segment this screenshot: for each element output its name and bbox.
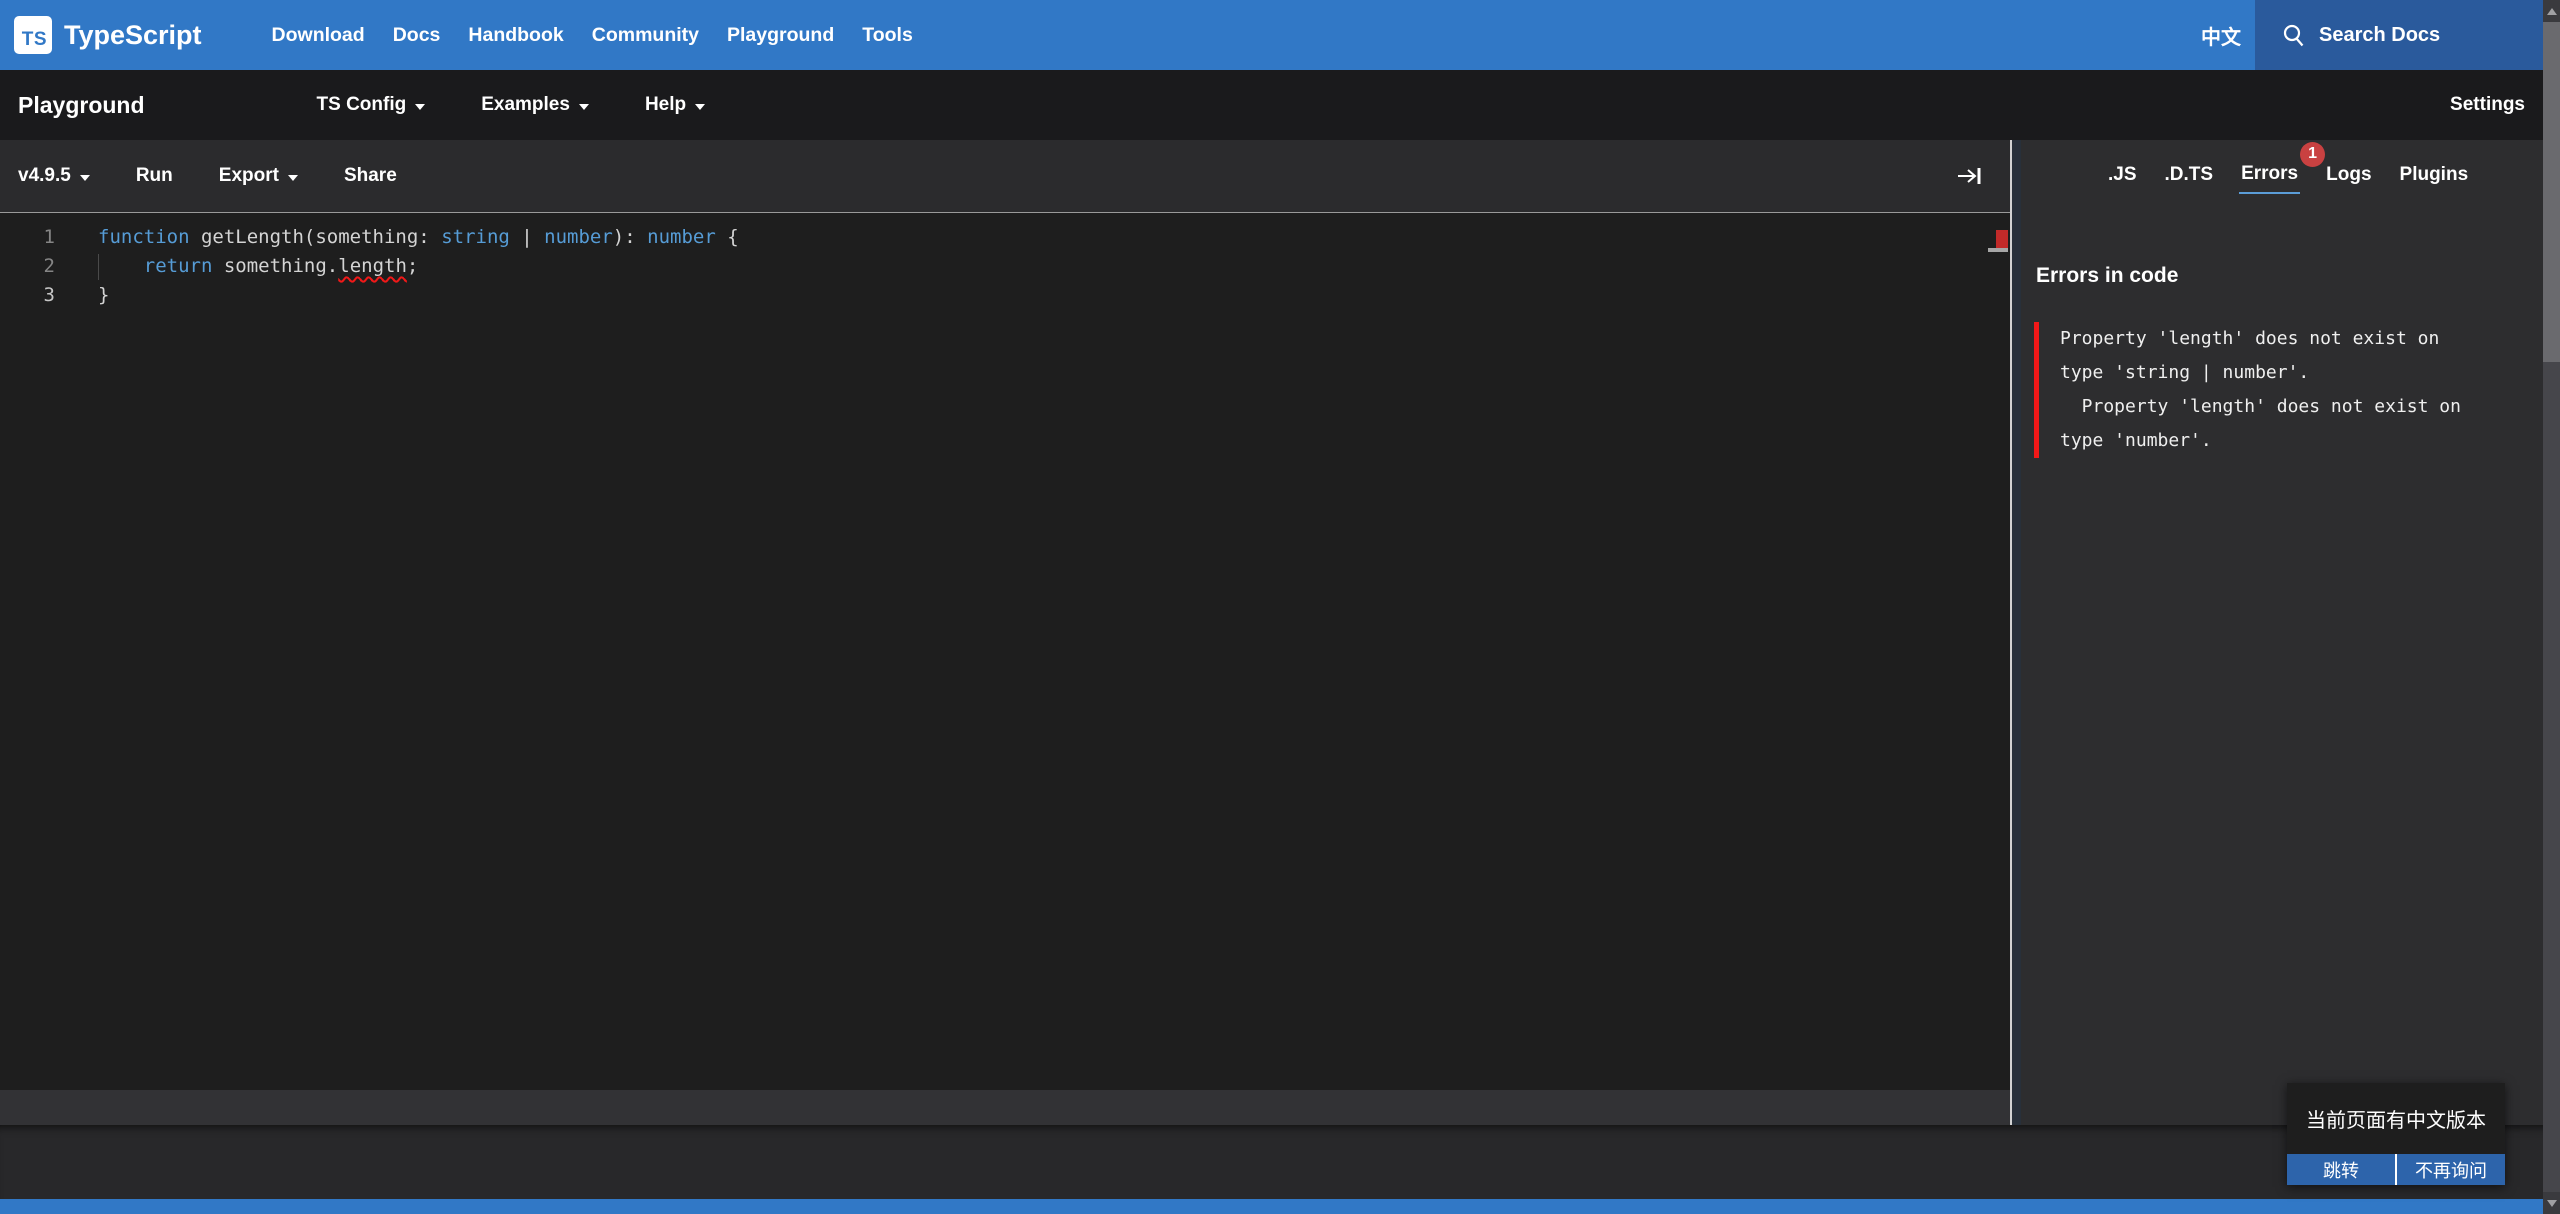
editor-toolbar: v4.9.5 Run Export Share <box>0 140 2010 212</box>
menu-ts-config[interactable]: TS Config <box>317 94 426 116</box>
tab-errors[interactable]: Errors1 <box>2239 159 2300 194</box>
line-number: 2 <box>0 252 55 281</box>
triangle-down-icon <box>2547 1200 2557 1207</box>
version-dropdown[interactable]: v4.9.5 <box>18 165 90 187</box>
code-line[interactable]: 1 function getLength(something: string | … <box>0 223 2010 252</box>
tab-logs[interactable]: Logs <box>2324 160 2373 193</box>
code-keyword: return <box>144 255 213 277</box>
version-label: v4.9.5 <box>18 165 71 187</box>
code-token: something. <box>212 255 338 277</box>
code-keyword: string <box>441 226 510 248</box>
error-count-badge: 1 <box>2300 142 2325 167</box>
tab-label: Logs <box>2326 164 2371 185</box>
editor-bottom-bar <box>0 1090 2010 1125</box>
tab-label: Plugins <box>2400 164 2469 185</box>
typescript-logo-icon[interactable]: TS <box>14 16 52 54</box>
overview-ruler-error-marker <box>1996 230 2008 248</box>
code-text: return something.length; <box>98 252 418 281</box>
sidebar-tabbar: .JS.D.TSErrors1LogsPlugins <box>2012 140 2543 212</box>
code-token: ): <box>613 226 647 248</box>
page-footer <box>0 1125 2560 1199</box>
menu-label: Help <box>645 94 686 116</box>
code-line[interactable]: 3} <box>0 281 2010 310</box>
code-token <box>98 255 144 277</box>
indent-guide <box>98 254 99 280</box>
code-line[interactable]: 2 return something.length; <box>0 252 2010 281</box>
nav-item-download[interactable]: Download <box>272 24 365 47</box>
code-token: | <box>510 226 544 248</box>
search-docs-label: Search Docs <box>2319 24 2440 47</box>
chinese-version-popup: 当前页面有中文版本 跳转 不再询问 <box>2287 1083 2505 1185</box>
chevron-down-icon <box>415 104 425 110</box>
run-button[interactable]: Run <box>136 165 173 187</box>
nav-item-community[interactable]: Community <box>592 24 699 47</box>
nav-item-handbook[interactable]: Handbook <box>468 24 563 47</box>
code-token: { <box>716 226 739 248</box>
top-nav: TS TypeScript Download Docs Handbook Commun… <box>0 0 2543 70</box>
code-text: function getLength(something: string | n… <box>98 223 739 252</box>
menu-examples[interactable]: Examples <box>481 94 589 116</box>
export-dropdown[interactable]: Export <box>219 165 298 187</box>
tab-dts[interactable]: .D.TS <box>2163 160 2216 193</box>
tab-label: Errors <box>2241 163 2298 184</box>
nav-right: 中文 Search Docs <box>2201 0 2543 70</box>
errors-heading: Errors in code <box>2036 264 2543 288</box>
overview-ruler-cursor-marker <box>1988 248 2008 252</box>
code-keyword: number <box>647 226 716 248</box>
code-keyword: function <box>98 226 190 248</box>
popup-dismiss-button[interactable]: 不再询问 <box>2395 1154 2505 1185</box>
tab-js[interactable]: .JS <box>2106 160 2139 193</box>
page-scrollbar[interactable] <box>2543 0 2560 1214</box>
chevron-down-icon <box>579 104 589 110</box>
footer-accent-bar <box>0 1199 2560 1214</box>
search-docs-button[interactable]: Search Docs <box>2255 0 2543 70</box>
code-lines: 1 function getLength(something: string | … <box>0 223 2010 310</box>
typescript-logo-text: TS <box>22 29 47 51</box>
chevron-down-icon <box>80 175 90 181</box>
popup-buttons: 跳转 不再询问 <box>2287 1154 2505 1185</box>
nav-item-tools[interactable]: Tools <box>862 24 913 47</box>
export-label: Export <box>219 165 279 187</box>
popup-message: 当前页面有中文版本 <box>2287 1083 2505 1154</box>
tab-label: .D.TS <box>2165 164 2214 185</box>
line-number: 3 <box>0 281 55 310</box>
tab-label: .JS <box>2108 164 2137 185</box>
code-token: } <box>98 284 109 306</box>
error-message-text: Property 'length' does not exist on type… <box>2060 322 2543 458</box>
collapse-sidebar-arrow-icon[interactable] <box>1956 166 1986 186</box>
scrollbar-down-button[interactable] <box>2543 1192 2560 1214</box>
page-title: Playground <box>18 92 145 119</box>
popup-go-button[interactable]: 跳转 <box>2287 1154 2395 1185</box>
share-button[interactable]: Share <box>344 165 397 187</box>
menu-label: Examples <box>481 94 570 116</box>
nav-item-playground[interactable]: Playground <box>727 24 834 47</box>
nav-links: Download Docs Handbook Community Playground T… <box>272 24 913 47</box>
line-number: 1 <box>0 223 55 252</box>
language-toggle-button[interactable]: 中文 <box>2201 21 2241 50</box>
menu-help[interactable]: Help <box>645 94 705 116</box>
code-text: } <box>98 281 109 310</box>
menu-label: TS Config <box>317 94 407 116</box>
error-message-block: Property 'length' does not exist on type… <box>2034 322 2543 458</box>
chevron-down-icon <box>695 104 705 110</box>
code-token: ; <box>407 255 418 277</box>
tab-plugins[interactable]: Plugins <box>2398 160 2471 193</box>
scrollbar-up-button[interactable] <box>2543 0 2560 22</box>
triangle-up-icon <box>2547 8 2557 15</box>
playground-sub-nav: Playground TS Config Examples Help Setting… <box>0 70 2543 140</box>
code-token: getLength(something: <box>190 226 442 248</box>
nav-item-docs[interactable]: Docs <box>393 24 441 47</box>
chevron-down-icon <box>288 175 298 181</box>
scrollbar-thumb[interactable] <box>2543 22 2560 362</box>
subnav-menus: TS Config Examples Help <box>317 94 706 116</box>
brand-title[interactable]: TypeScript <box>64 20 202 51</box>
code-editor[interactable]: 1 function getLength(something: string | … <box>0 212 2010 1090</box>
code-error-token: length <box>338 255 407 277</box>
search-icon <box>2281 23 2306 48</box>
results-sidebar: .JS.D.TSErrors1LogsPlugins Errors in cod… <box>2010 140 2543 1125</box>
settings-button[interactable]: Settings <box>2450 94 2525 116</box>
code-keyword: number <box>544 226 613 248</box>
